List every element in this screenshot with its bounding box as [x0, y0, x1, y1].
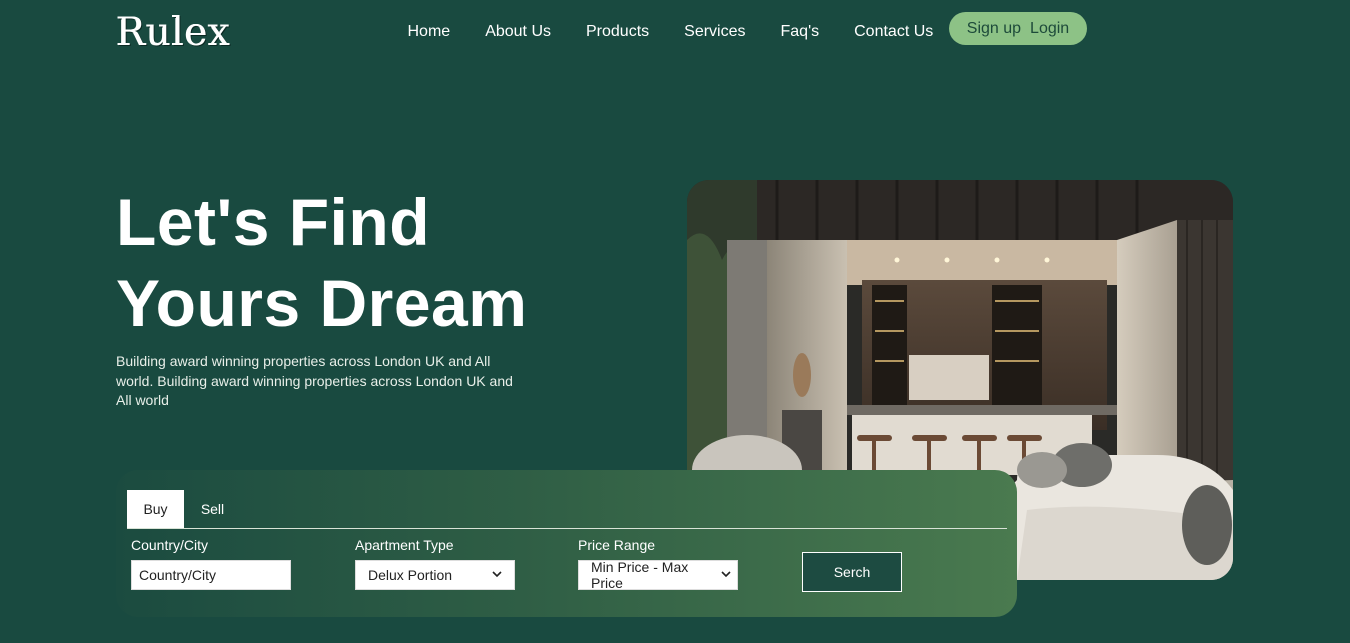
auth-pill: Sign up Login: [949, 12, 1087, 45]
search-button[interactable]: Serch: [802, 552, 902, 592]
country-city-label: Country/City: [131, 537, 209, 553]
search-tabs: Buy Sell: [127, 490, 241, 528]
nav-item-services[interactable]: Services: [667, 22, 763, 42]
nav-item-about-us[interactable]: About Us: [468, 22, 569, 42]
price-range-label: Price Range: [578, 537, 656, 553]
nav-item-products[interactable]: Products: [569, 22, 667, 42]
apartment-type-label: Apartment Type: [355, 537, 454, 553]
chevron-down-icon: [492, 569, 502, 581]
hero-title-line-2: Yours Dream: [116, 266, 528, 340]
hero-title-line-1: Let's Find: [116, 185, 431, 259]
tab-buy[interactable]: Buy: [127, 490, 184, 528]
login-button[interactable]: Login: [1030, 20, 1069, 38]
property-search-panel: Buy Sell Country/City Apartment Type Del…: [116, 470, 1017, 617]
brand-logo[interactable]: Rulex: [116, 10, 231, 55]
price-range-select[interactable]: Min Price - Max Price: [578, 559, 738, 591]
price-range-value: Min Price - Max Price: [591, 559, 689, 591]
nav-item-faqs[interactable]: Faq's: [763, 22, 837, 42]
apartment-type-select[interactable]: Delux Portion: [355, 560, 515, 590]
country-city-field: [131, 560, 291, 590]
chevron-down-icon: [721, 569, 731, 581]
tab-divider: [127, 528, 1007, 529]
nav-item-contact-us[interactable]: Contact Us: [837, 22, 951, 42]
nav-item-home[interactable]: Home: [390, 22, 468, 42]
signup-button[interactable]: Sign up: [967, 20, 1021, 38]
hero-description: Building award winning properties across…: [116, 353, 513, 408]
country-city-input[interactable]: [132, 561, 290, 589]
tab-sell[interactable]: Sell: [184, 490, 241, 528]
apartment-type-value: Delux Portion: [368, 567, 453, 583]
main-nav: Home About Us Products Services Faq's Co…: [390, 22, 951, 42]
hero-title: Let's Find Yours Dream: [116, 182, 636, 344]
